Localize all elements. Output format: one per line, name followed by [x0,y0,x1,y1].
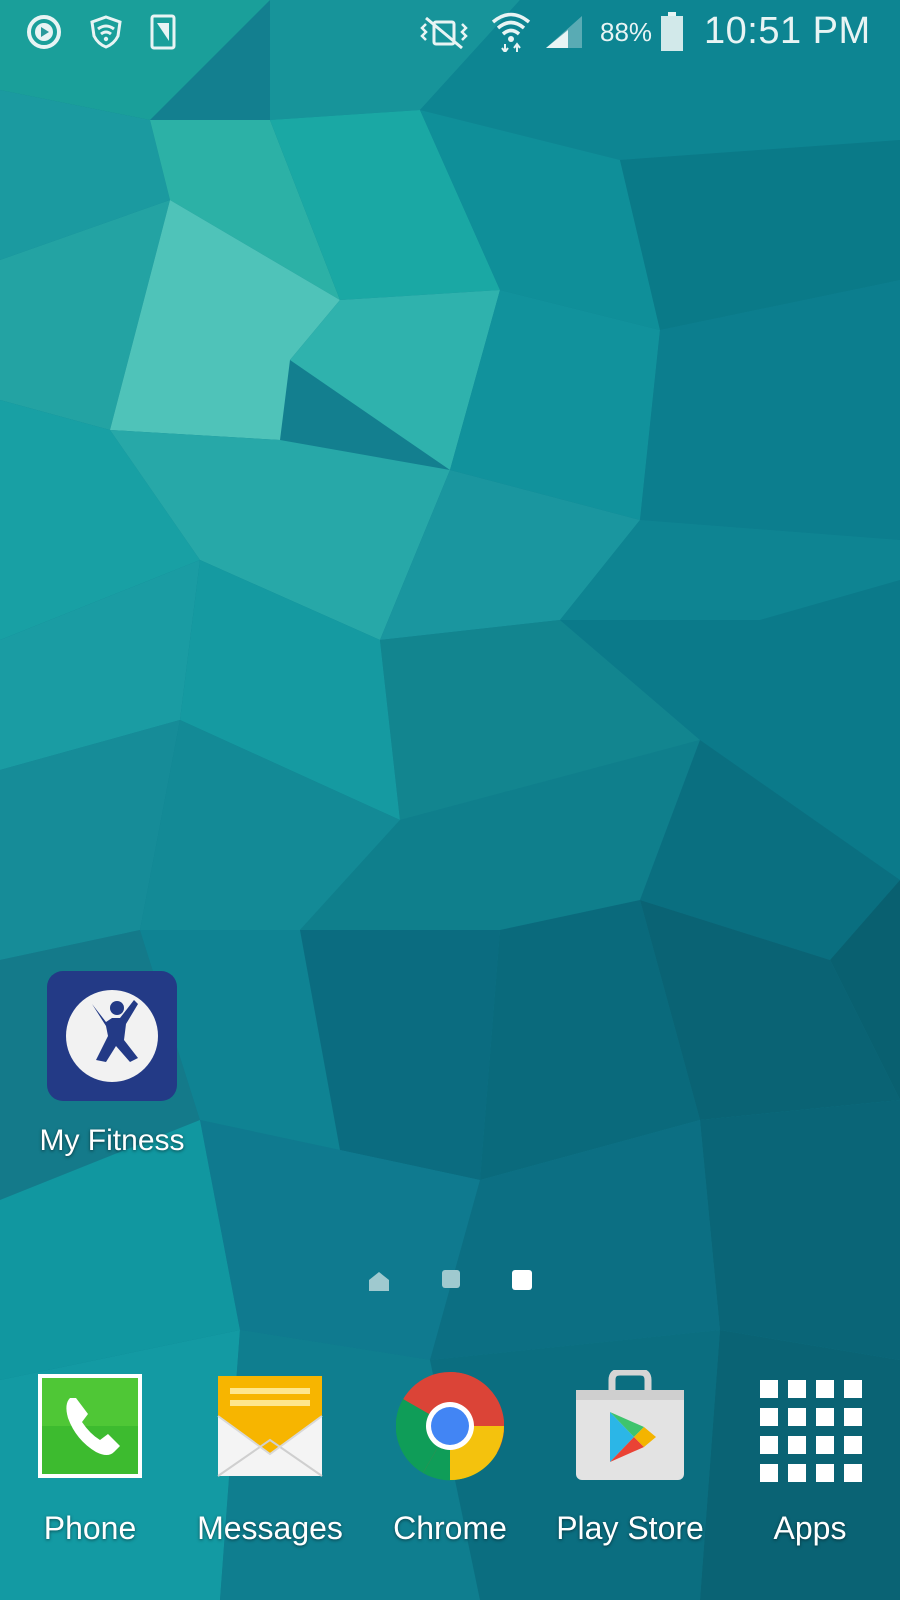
cell-signal-icon [546,16,582,48]
apps-grid-icon [760,1380,862,1482]
messages-envelope-icon [217,1376,323,1477]
dock: Phone Messages Chrome Play Store Apps [0,1370,900,1600]
dock-item-phone[interactable]: Phone [0,1370,180,1570]
page-indicator-home-icon[interactable] [368,1270,390,1292]
dock-label: Chrome [393,1510,507,1546]
page-indicator-dot-active[interactable] [512,1270,532,1290]
play-store-bag-icon [576,1370,684,1480]
page-indicator [360,1268,540,1292]
status-clock: 10:51 PM [704,10,871,52]
vibrate-mute-icon [420,16,468,50]
battery-icon [661,12,683,51]
page-indicator-dot[interactable] [442,1270,460,1288]
dock-label: Apps [773,1510,847,1546]
battery-percent: 88% [600,17,653,47]
dock-label: Phone [43,1510,137,1546]
dock-item-play-store[interactable]: Play Store [540,1370,720,1570]
dock-label: Play Store [556,1510,704,1546]
shield-wifi-icon [90,15,122,49]
chrome-icon [396,1371,504,1481]
status-bar: 88% 10:51 PM [0,0,900,64]
dock-item-apps[interactable]: Apps [720,1370,900,1570]
home-screen: 88% 10:51 PM My Fitness Phone Messages C… [0,0,900,1600]
dock-item-messages[interactable]: Messages [180,1370,360,1570]
wifi-icon [491,12,531,52]
screenshot-phone-icon [150,14,176,50]
phone-icon [38,1374,142,1478]
dock-item-chrome[interactable]: Chrome [360,1370,540,1570]
app-shortcut-my-fitness[interactable]: My Fitness [22,970,202,1158]
my-fitness-icon [47,971,177,1101]
app-label: My Fitness [39,1124,185,1157]
dock-label: Messages [197,1510,343,1546]
play-notification-icon [27,15,61,49]
polygon-wallpaper [0,0,900,1600]
